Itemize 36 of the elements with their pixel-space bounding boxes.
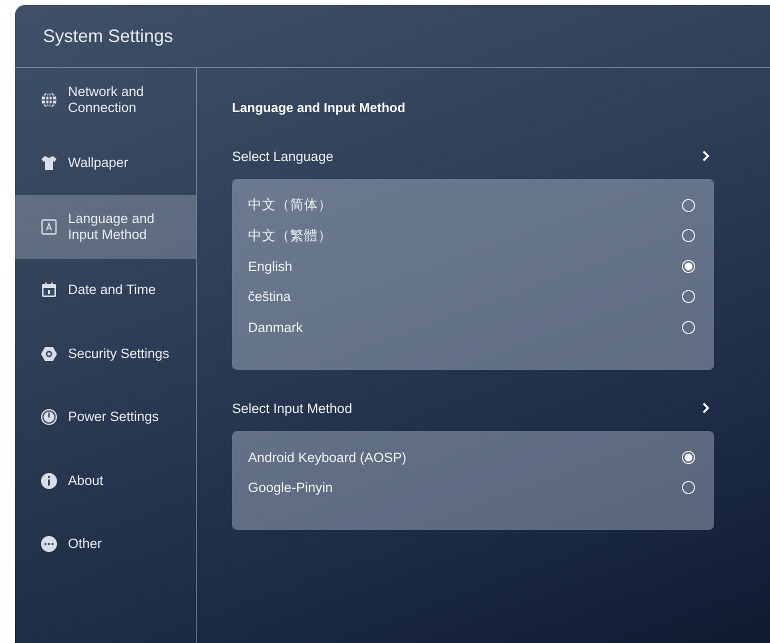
sidebar-item[interactable]: Other	[15, 512, 196, 576]
sidebar-item[interactable]: Security Settings	[15, 322, 196, 386]
sidebar-item[interactable]: Language and Input Method	[15, 195, 196, 258]
section-title: Select Input Method	[232, 400, 352, 416]
radio-button[interactable]	[682, 260, 695, 273]
section-title: Select Language	[232, 148, 334, 164]
radio-button[interactable]	[682, 450, 695, 464]
letter-icon	[40, 218, 58, 236]
chevron-right-icon[interactable]	[702, 150, 710, 162]
sidebar-item[interactable]: Wallpaper	[15, 132, 196, 195]
radio-button[interactable]	[682, 198, 695, 212]
option-label[interactable]: Google-Pinyin	[248, 480, 333, 496]
option-label[interactable]: Danmark	[248, 320, 303, 335]
section-heading: Language and Input Method	[232, 100, 406, 116]
sidebar-item[interactable]: Power Settings	[15, 386, 196, 449]
sidebar-item[interactable]: Date and Time	[15, 258, 196, 322]
sidebar-item[interactable]: About	[15, 449, 196, 512]
power-icon	[40, 408, 58, 426]
hexagon-icon	[40, 344, 58, 363]
chevron-right-icon[interactable]	[702, 402, 710, 414]
option-label[interactable]: 中文（简体）	[248, 196, 332, 214]
more-icon	[40, 535, 58, 554]
radio-button[interactable]	[682, 320, 695, 334]
option-label[interactable]: English	[248, 258, 292, 274]
option-label[interactable]: čeština	[248, 289, 291, 304]
option-label[interactable]: 中文（繁體）	[248, 226, 332, 245]
shirt-icon	[40, 154, 58, 172]
sidebar-item[interactable]: Network and Connection	[15, 68, 196, 132]
calendar-icon	[40, 281, 58, 300]
globe-icon	[40, 90, 58, 109]
radio-button[interactable]	[682, 481, 695, 494]
option-label[interactable]: Android Keyboard (AOSP)	[248, 450, 406, 465]
radio-button[interactable]	[682, 290, 695, 304]
window-title: System Settings	[43, 26, 174, 46]
info-icon	[40, 472, 58, 490]
radio-button[interactable]	[682, 229, 695, 242]
